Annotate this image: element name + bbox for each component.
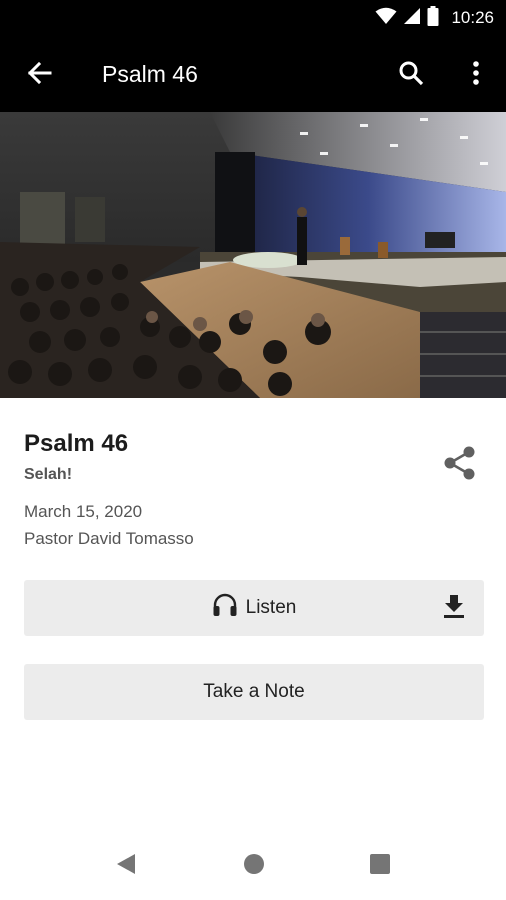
sermon-speaker: Pastor David Tomasso xyxy=(24,529,194,548)
take-note-button[interactable]: Take a Note xyxy=(24,664,484,720)
download-button[interactable] xyxy=(440,594,468,622)
nav-recents-button[interactable] xyxy=(368,853,392,880)
status-bar: 10:26 xyxy=(0,0,506,36)
more-vert-icon xyxy=(472,60,480,91)
nav-home-button[interactable] xyxy=(242,853,266,880)
more-options-button[interactable] xyxy=(462,58,490,92)
circle-home-icon xyxy=(243,853,265,880)
page-title: Psalm 46 xyxy=(102,61,198,87)
listen-button-content: Listen xyxy=(24,580,484,636)
system-navigation-bar xyxy=(0,830,506,900)
triangle-back-icon xyxy=(115,853,137,880)
take-note-label: Take a Note xyxy=(203,681,305,702)
arrow-back-icon xyxy=(26,61,52,90)
sermon-date: March 15, 2020 xyxy=(24,502,143,521)
headphones-icon xyxy=(212,593,238,623)
listen-button[interactable]: Listen xyxy=(24,580,484,636)
wifi-icon xyxy=(375,7,397,30)
back-button[interactable] xyxy=(22,58,56,92)
share-button[interactable] xyxy=(442,446,478,484)
sermon-title: Psalm 46 xyxy=(24,430,129,457)
share-icon xyxy=(443,445,477,486)
nav-back-button[interactable] xyxy=(114,853,138,880)
square-recents-icon xyxy=(369,853,391,880)
search-button[interactable] xyxy=(394,58,428,92)
search-icon xyxy=(398,60,424,91)
cellular-signal-icon xyxy=(403,7,421,30)
sermon-subtitle: Selah! xyxy=(24,466,73,483)
sermon-hero-image xyxy=(0,112,506,398)
battery-icon xyxy=(427,5,439,31)
status-icons: 10:26 xyxy=(375,0,494,36)
listen-label: Listen xyxy=(245,597,297,618)
app-bar: Psalm 46 xyxy=(0,36,506,112)
status-time: 10:26 xyxy=(451,8,494,27)
download-icon xyxy=(441,593,467,624)
